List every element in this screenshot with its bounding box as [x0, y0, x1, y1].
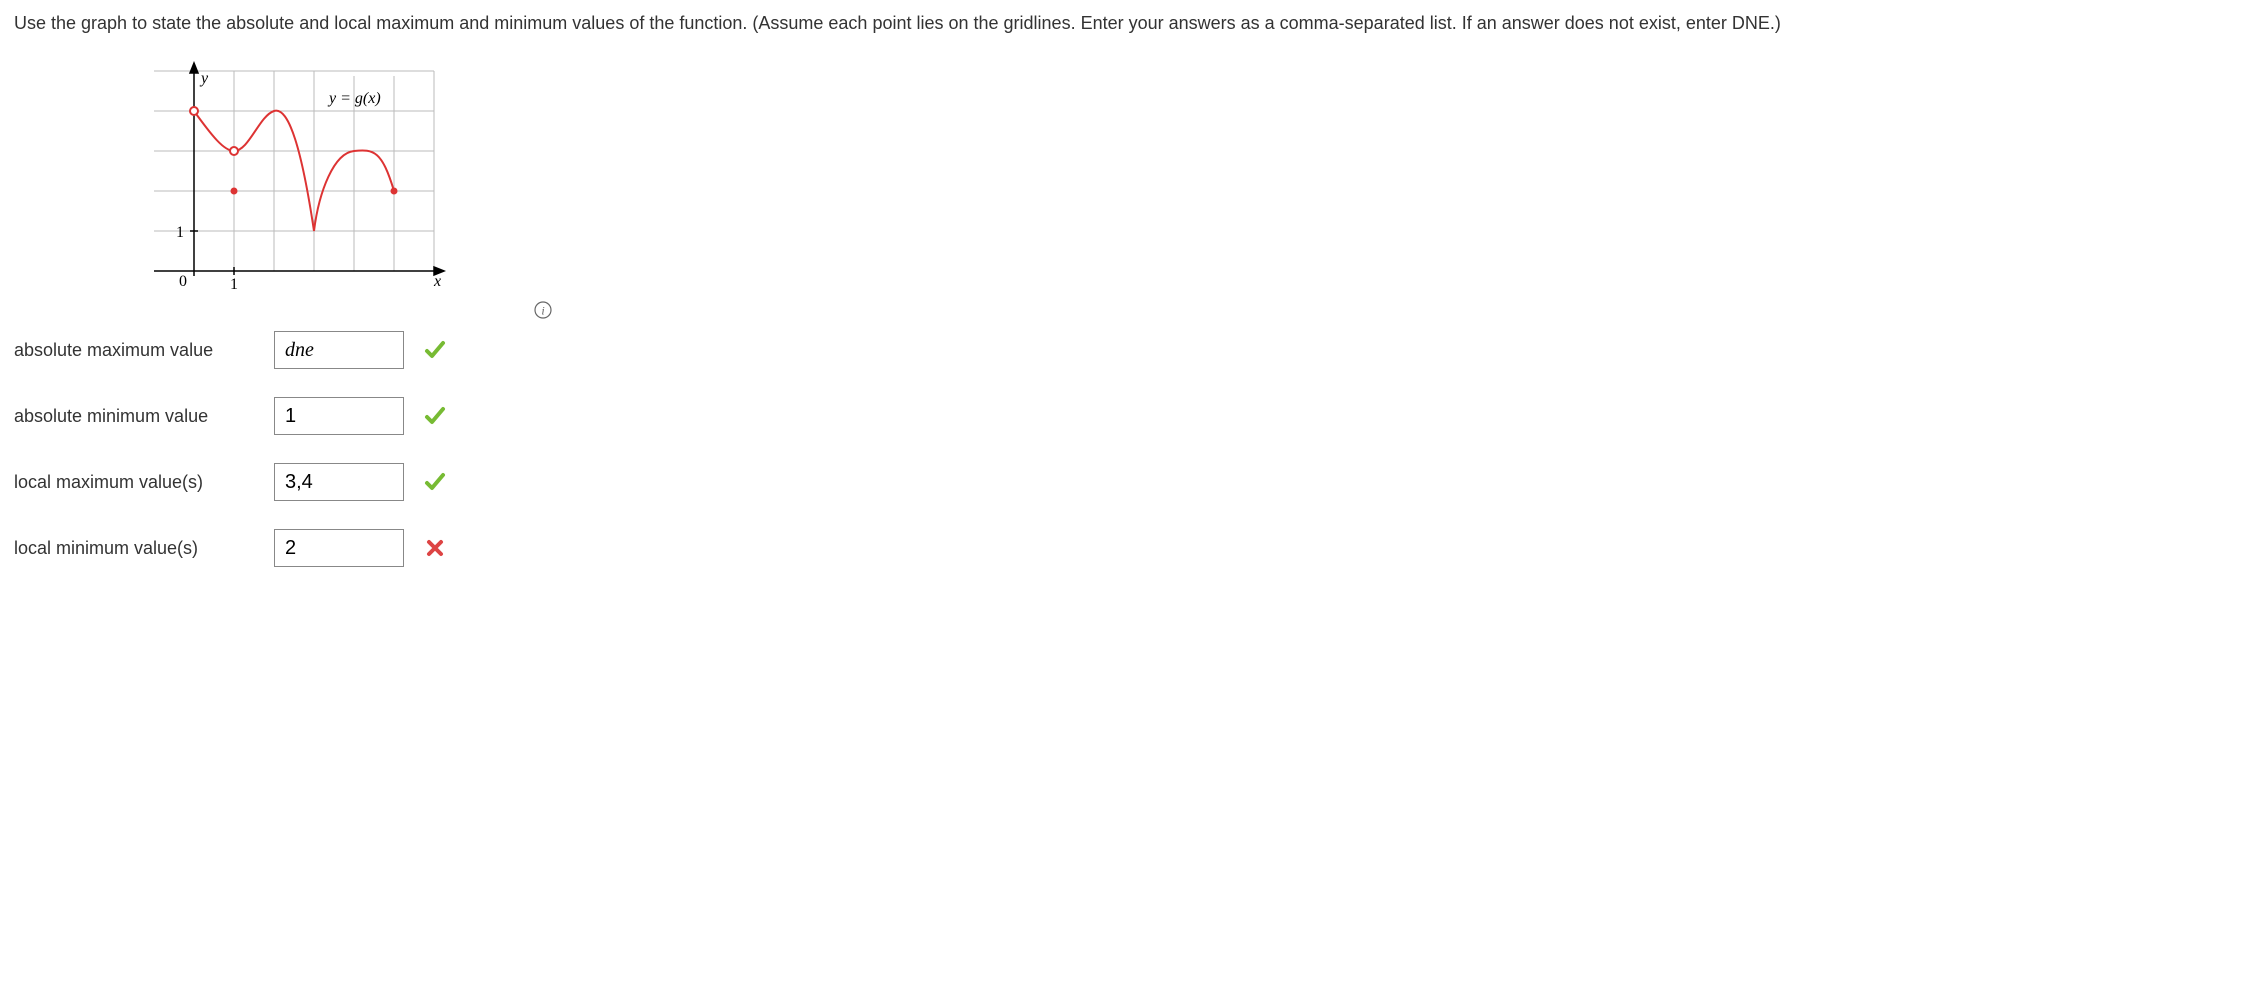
label-absolute-min: absolute minimum value: [14, 406, 274, 427]
answers-section: absolute maximum value absolute minimum …: [14, 331, 2230, 567]
x-tick-1: 1: [230, 276, 238, 293]
curve-label: y = g(x): [327, 90, 381, 107]
origin-label: 0: [179, 273, 187, 290]
input-local-min[interactable]: [274, 529, 404, 567]
question-text: Use the graph to state the absolute and …: [14, 10, 2230, 37]
answer-row-absolute-min: absolute minimum value: [14, 397, 2230, 435]
label-local-max: local maximum value(s): [14, 472, 274, 493]
input-absolute-max[interactable]: [274, 331, 404, 369]
input-absolute-min[interactable]: [274, 397, 404, 435]
input-local-max[interactable]: [274, 463, 404, 501]
graph-svg: y x 0 1 1 y = g(x): [144, 61, 454, 301]
x-icon: [424, 537, 446, 559]
y-axis-label: y: [199, 70, 209, 87]
label-local-min: local minimum value(s): [14, 538, 274, 559]
answer-row-absolute-max: absolute maximum value: [14, 331, 2230, 369]
svg-text:i: i: [541, 304, 544, 318]
answer-row-local-min: local minimum value(s): [14, 529, 2230, 567]
x-axis-label: x: [433, 273, 441, 290]
check-icon: [424, 339, 446, 361]
y-tick-1: 1: [176, 224, 184, 241]
graph-container: y x 0 1 1 y = g(x) i: [144, 61, 2230, 301]
check-icon: [424, 405, 446, 427]
info-icon[interactable]: i: [534, 301, 552, 319]
answer-row-local-max: local maximum value(s): [14, 463, 2230, 501]
check-icon: [424, 471, 446, 493]
label-absolute-max: absolute maximum value: [14, 340, 274, 361]
